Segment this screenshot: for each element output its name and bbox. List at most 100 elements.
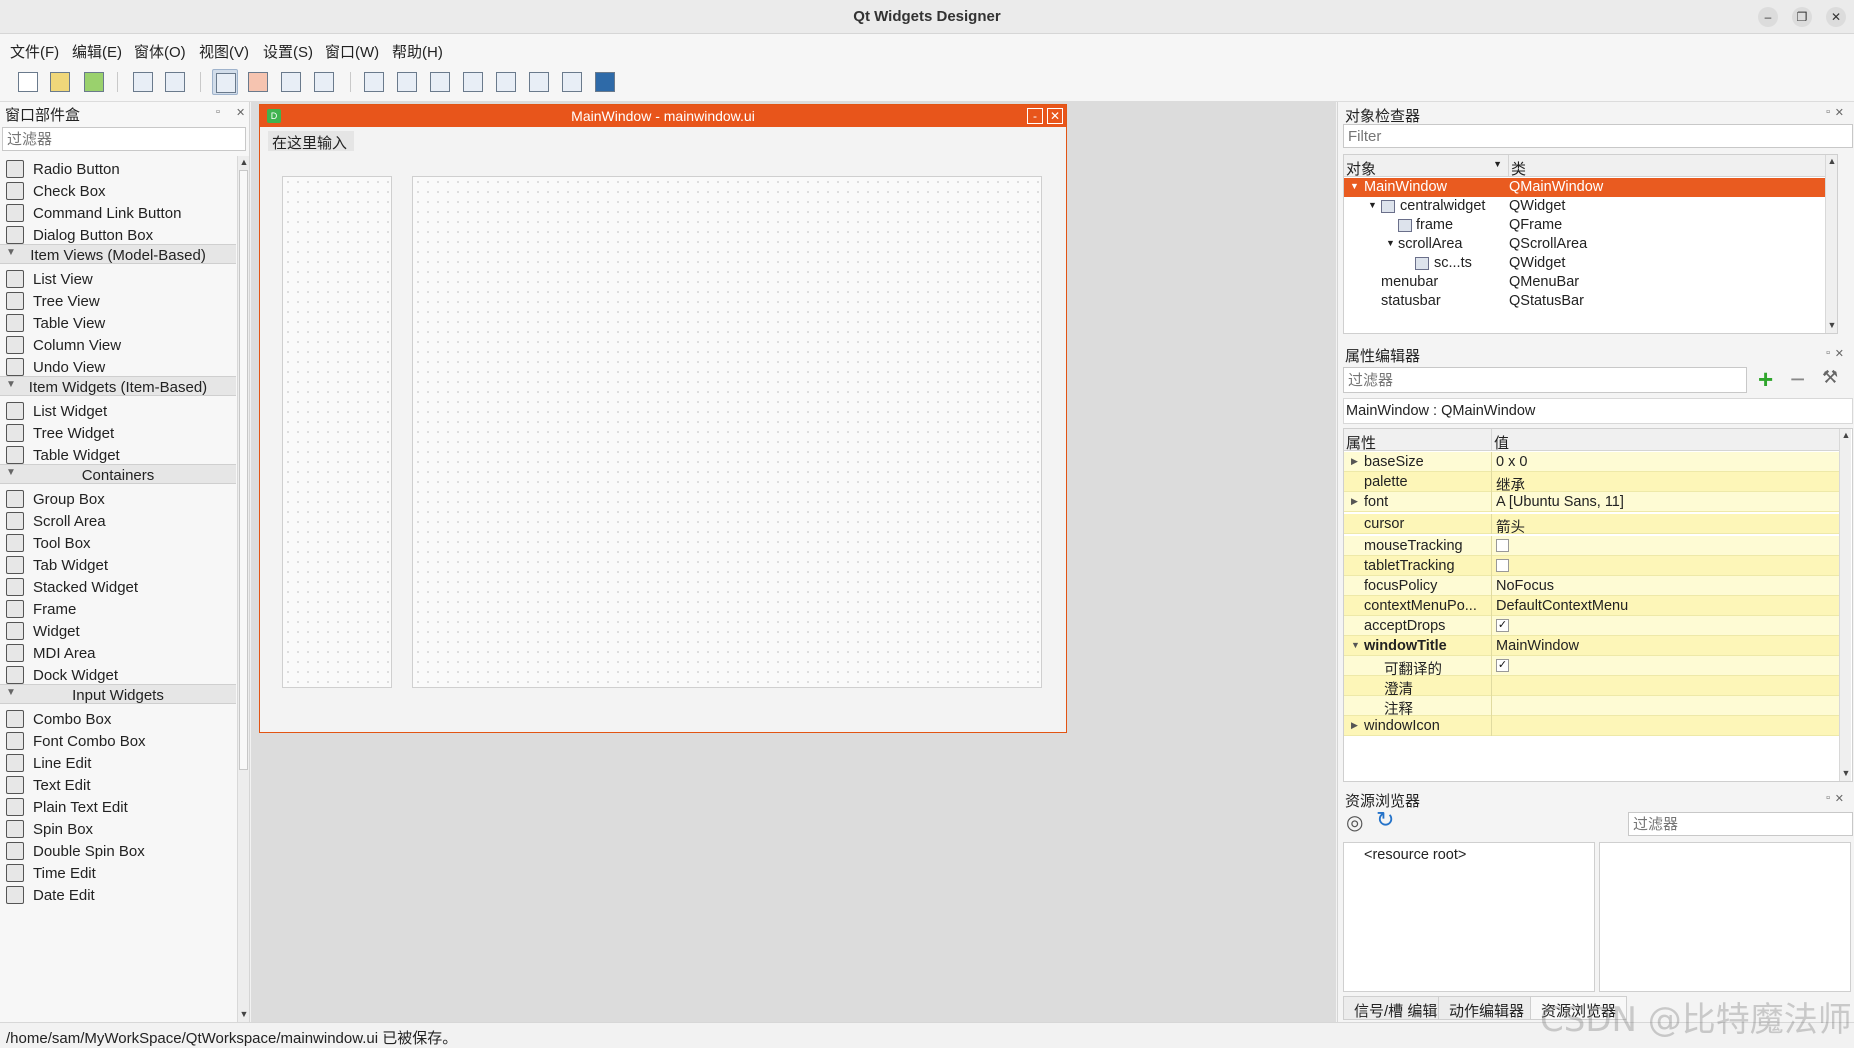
float-icon[interactable]: ▫: [1826, 106, 1830, 118]
property-row[interactable]: 可翻译的 ✓: [1344, 656, 1839, 678]
property-value[interactable]: MainWindow: [1496, 638, 1579, 654]
tree-row[interactable]: statusbar QStatusBar: [1344, 292, 1837, 311]
close-icon[interactable]: ✕: [1835, 792, 1844, 805]
property-value[interactable]: DefaultContextMenu: [1496, 598, 1628, 614]
value-column-header[interactable]: 值: [1492, 429, 1839, 452]
expand-arrow-icon[interactable]: ▶: [1351, 720, 1358, 731]
save-file-icon[interactable]: [81, 69, 107, 95]
widget-category-header[interactable]: ▼ Input Widgets: [0, 684, 236, 704]
layout-form-icon[interactable]: [526, 69, 552, 95]
expand-arrow-icon[interactable]: ▶: [1351, 456, 1358, 467]
maximize-window-button[interactable]: ❐: [1792, 7, 1812, 27]
tree-row[interactable]: sc...ts QWidget: [1344, 254, 1837, 273]
collapse-arrow-icon[interactable]: ▼: [1350, 181, 1359, 191]
form-frame[interactable]: [282, 176, 392, 688]
resource-filter-input[interactable]: [1628, 812, 1853, 836]
edit-signals-slots-icon[interactable]: [245, 69, 271, 95]
edit-widgets-icon[interactable]: [212, 69, 238, 95]
expand-arrow-icon[interactable]: ▶: [1351, 496, 1358, 507]
property-row[interactable]: ▶ baseSize 0 x 0: [1344, 452, 1839, 472]
menu-settings[interactable]: 设置(S): [263, 41, 313, 62]
property-row[interactable]: cursor 箭头: [1344, 514, 1839, 537]
edit-resources-icon[interactable]: ◎: [1346, 810, 1363, 835]
widget-item-date-edit[interactable]: Date Edit: [0, 882, 236, 908]
property-row[interactable]: palette 继承: [1344, 472, 1839, 494]
object-column-header[interactable]: 对象 ▼: [1344, 155, 1509, 178]
form-menu-placeholder[interactable]: 在这里输入: [268, 131, 354, 152]
break-layout-icon[interactable]: [559, 69, 585, 95]
property-row[interactable]: 注释: [1344, 696, 1839, 718]
float-icon[interactable]: ▫: [216, 106, 220, 118]
widget-box-scrollbar[interactable]: ▲ ▼: [237, 156, 249, 1022]
widget-category-header[interactable]: ▼ Containers: [0, 464, 236, 484]
property-checkbox[interactable]: ✓: [1496, 659, 1509, 672]
class-column-header[interactable]: 类: [1509, 155, 1837, 178]
property-row[interactable]: mouseTracking: [1344, 536, 1839, 556]
tree-row[interactable]: menubar QMenuBar: [1344, 273, 1837, 292]
layout-grid-icon[interactable]: [493, 69, 519, 95]
scroll-down-icon[interactable]: ▼: [238, 1008, 250, 1020]
object-inspector-filter-input[interactable]: [1343, 124, 1853, 148]
property-value[interactable]: A [Ubuntu Sans, 11]: [1496, 494, 1624, 510]
widget-box-filter-input[interactable]: [2, 127, 246, 151]
close-icon[interactable]: ✕: [1835, 106, 1844, 119]
property-checkbox[interactable]: [1496, 539, 1509, 552]
open-file-icon[interactable]: [47, 69, 73, 95]
form-close-button[interactable]: ✕: [1047, 108, 1063, 124]
property-row[interactable]: tabletTracking: [1344, 556, 1839, 576]
edit-buddies-icon[interactable]: [278, 69, 304, 95]
property-row[interactable]: contextMenuPo... DefaultContextMenu: [1344, 596, 1839, 616]
menu-help[interactable]: 帮助(H): [392, 41, 443, 62]
remove-property-icon[interactable]: −: [1790, 364, 1805, 395]
property-value[interactable]: 0 x 0: [1496, 454, 1527, 470]
close-window-button[interactable]: ✕: [1826, 7, 1846, 27]
property-row[interactable]: focusPolicy NoFocus: [1344, 576, 1839, 596]
send-to-back-icon[interactable]: [130, 69, 156, 95]
splitter-vertical-icon[interactable]: [460, 69, 486, 95]
resource-root-item[interactable]: <resource root>: [1364, 847, 1466, 863]
property-table-scrollbar[interactable]: ▲ ▼: [1839, 429, 1851, 781]
scroll-down-icon[interactable]: ▼: [1840, 767, 1852, 779]
menu-edit[interactable]: 编辑(E): [72, 41, 122, 62]
object-tree-scrollbar[interactable]: ▲ ▼: [1825, 155, 1837, 333]
collapse-arrow-icon[interactable]: ▼: [1351, 640, 1360, 650]
minimize-window-button[interactable]: –: [1758, 7, 1778, 27]
tab-action-editor[interactable]: 动作编辑器: [1438, 996, 1536, 1020]
form-title-bar[interactable]: D MainWindow - mainwindow.ui - ✕: [260, 105, 1066, 127]
property-row[interactable]: ▼ windowTitle MainWindow: [1344, 636, 1839, 656]
close-icon[interactable]: ✕: [1835, 347, 1844, 360]
scroll-thumb[interactable]: [239, 170, 248, 770]
property-column-header[interactable]: 属性: [1344, 429, 1492, 452]
scroll-up-icon[interactable]: ▲: [1840, 429, 1852, 441]
property-row[interactable]: ▶ windowIcon: [1344, 716, 1839, 736]
tree-row[interactable]: frame QFrame: [1344, 216, 1837, 235]
property-value[interactable]: 箭头: [1496, 516, 1525, 537]
property-row[interactable]: 澄清: [1344, 676, 1839, 698]
edit-tab-order-icon[interactable]: [311, 69, 337, 95]
property-value[interactable]: NoFocus: [1496, 578, 1554, 594]
tree-row[interactable]: ▼ scrollArea QScrollArea: [1344, 235, 1837, 254]
collapse-arrow-icon[interactable]: ▼: [1386, 238, 1395, 248]
scroll-up-icon[interactable]: ▲: [1826, 155, 1837, 167]
menu-view[interactable]: 视图(V): [199, 41, 249, 62]
adjust-size-icon[interactable]: [592, 69, 618, 95]
new-file-icon[interactable]: [15, 69, 41, 95]
menu-file[interactable]: 文件(F): [10, 41, 59, 62]
tree-row[interactable]: ▼ centralwidget QWidget: [1344, 197, 1837, 216]
widget-category-header[interactable]: ▼ Item Widgets (Item-Based): [0, 376, 236, 396]
property-checkbox[interactable]: ✓: [1496, 619, 1509, 632]
configure-wrench-icon[interactable]: ⚒: [1822, 367, 1838, 388]
collapse-arrow-icon[interactable]: ▼: [1368, 200, 1377, 210]
float-icon[interactable]: ▫: [1826, 347, 1830, 359]
splitter-horizontal-icon[interactable]: [427, 69, 453, 95]
close-icon[interactable]: ✕: [236, 106, 245, 119]
property-row[interactable]: acceptDrops ✓: [1344, 616, 1839, 636]
property-checkbox[interactable]: [1496, 559, 1509, 572]
float-icon[interactable]: ▫: [1826, 792, 1830, 804]
add-property-icon[interactable]: +: [1758, 364, 1773, 395]
widget-category-header[interactable]: ▼ Item Views (Model-Based): [0, 244, 236, 264]
form-window[interactable]: D MainWindow - mainwindow.ui - ✕ 在这里输入: [259, 104, 1067, 733]
form-scroll-area[interactable]: [412, 176, 1042, 688]
layout-horizontal-icon[interactable]: [361, 69, 387, 95]
scroll-up-icon[interactable]: ▲: [238, 156, 250, 168]
